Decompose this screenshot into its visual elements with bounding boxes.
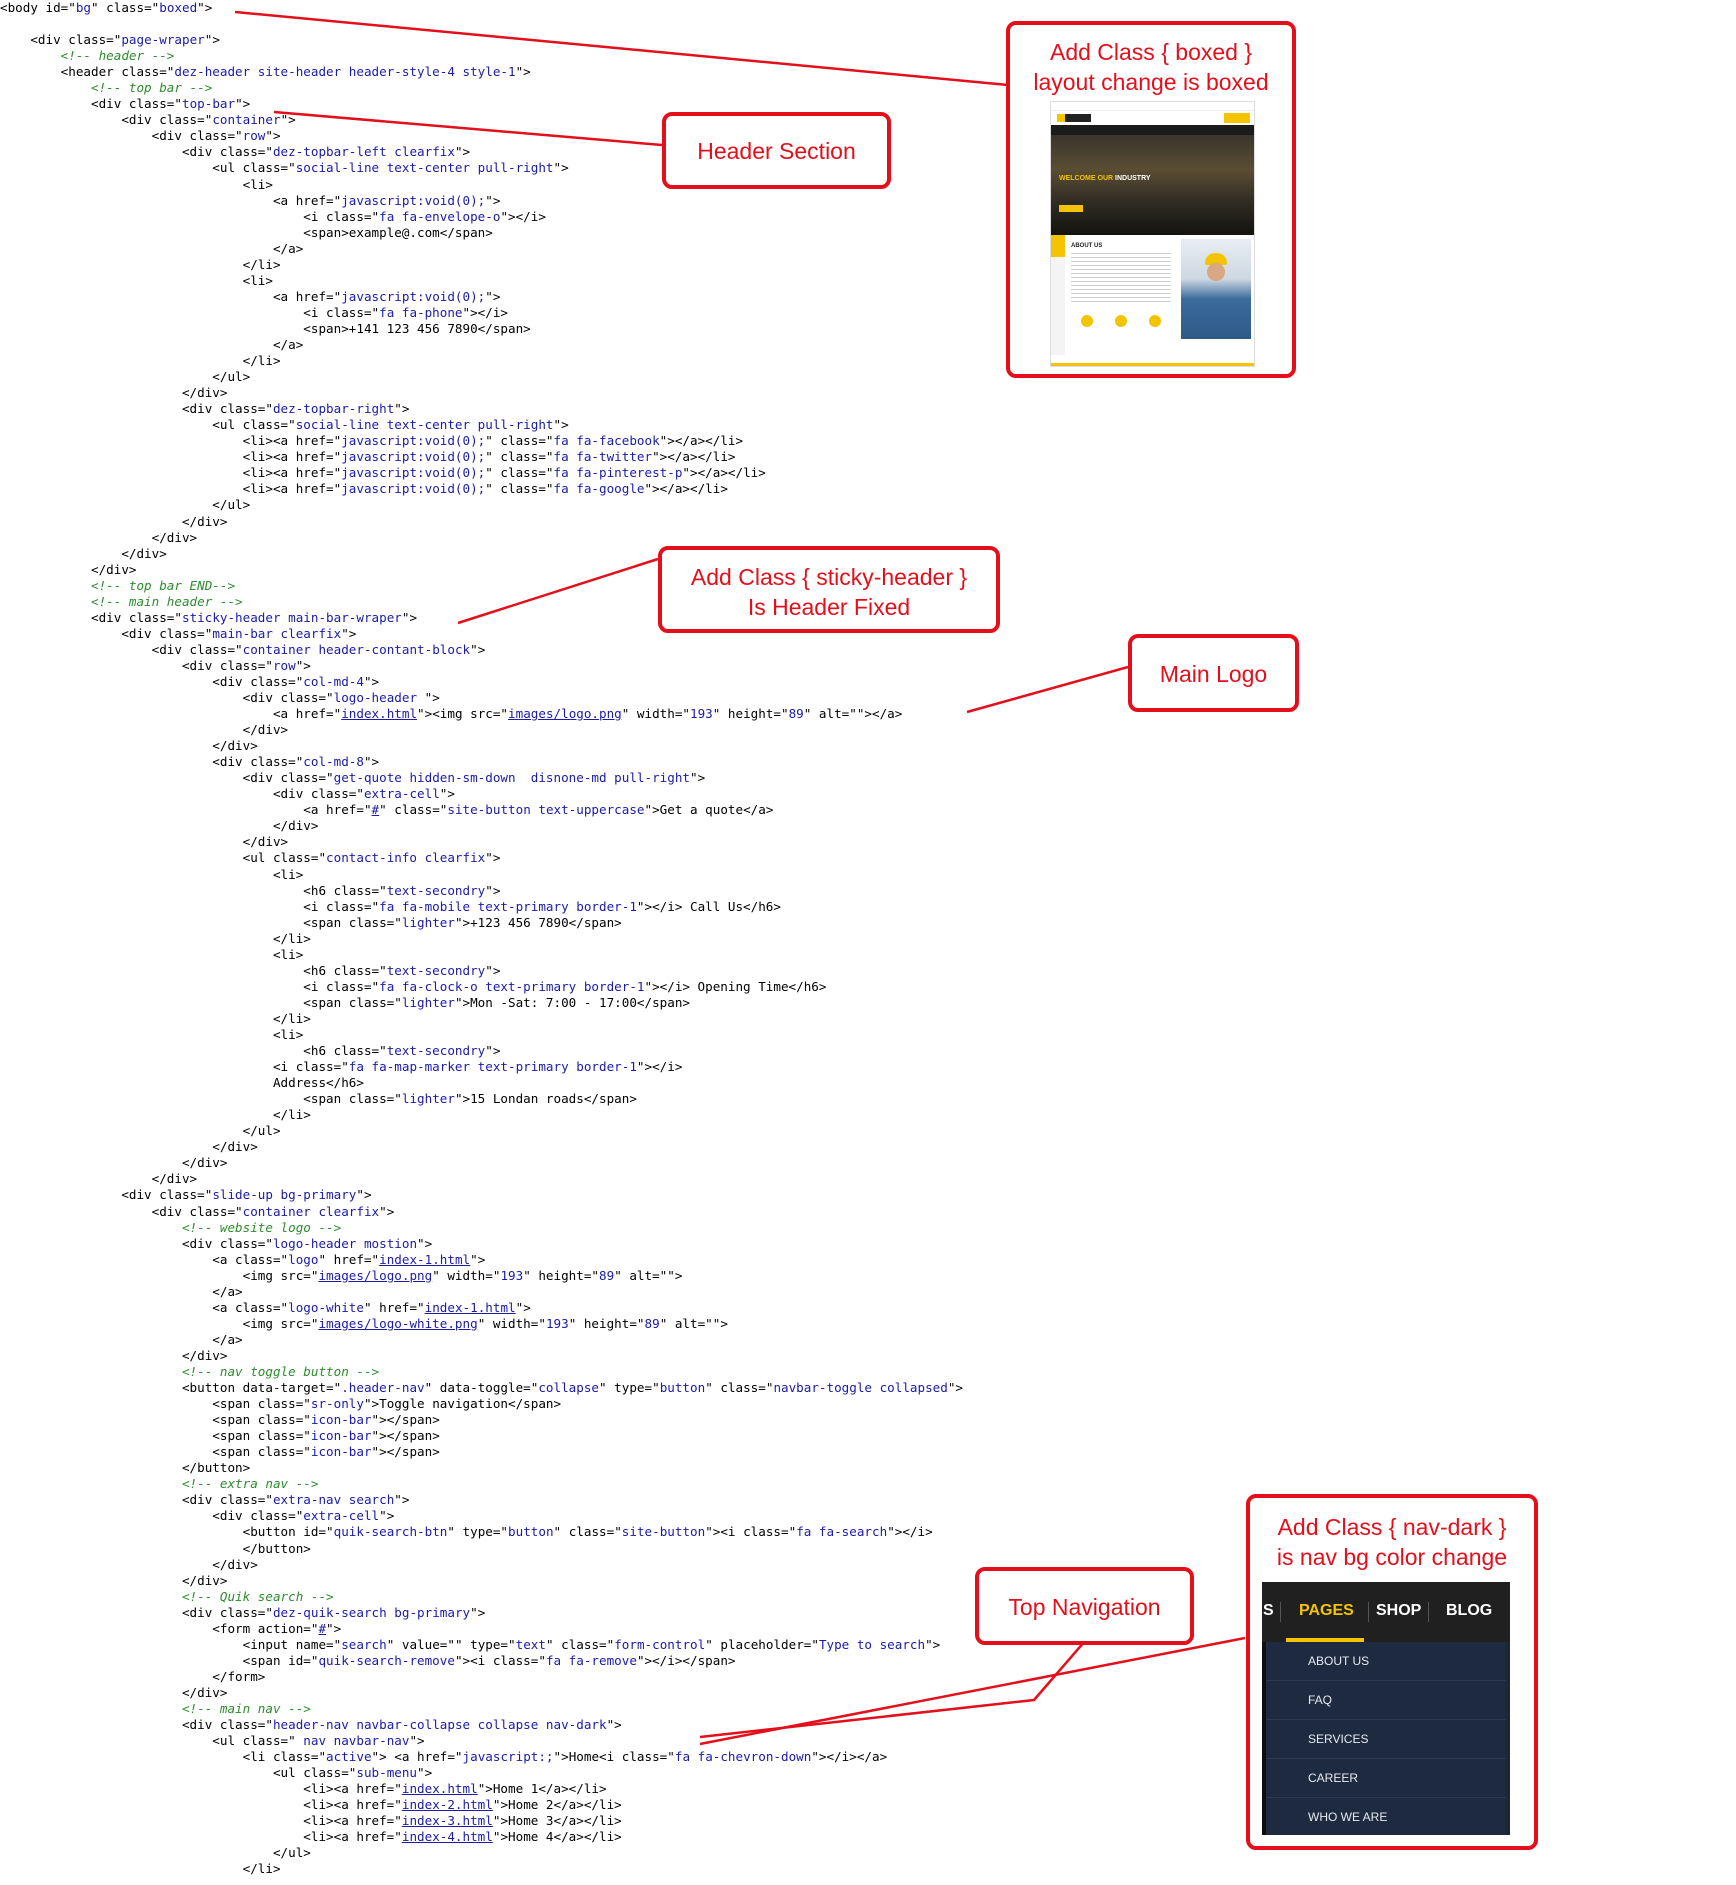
preview-about-text — [1071, 253, 1171, 303]
callout-main-logo: Main Logo — [1128, 634, 1299, 712]
callout-top-navigation: Top Navigation — [975, 1567, 1194, 1645]
callout-top-navigation-text: Top Navigation — [1008, 1594, 1161, 1620]
preview-about-heading: ABOUT US — [1071, 243, 1103, 249]
submenu-item-career: CAREER — [1266, 1759, 1506, 1798]
preview-hero: WELCOME OUR INDUSTRY — [1051, 135, 1254, 235]
preview-top-bar — [1051, 102, 1254, 111]
leader-header-section — [273, 110, 663, 147]
leader-boxed — [234, 10, 1009, 87]
nav-dark-top-bar: S PAGES SHOP BLOG — [1262, 1582, 1510, 1642]
callout-sticky-header: Add Class { sticky-header } Is Header Fi… — [658, 546, 1000, 633]
preview-nav — [1051, 125, 1254, 135]
leader-main-logo — [966, 665, 1129, 714]
nav-item-pages: PAGES — [1299, 1602, 1354, 1619]
preview-side-tabs — [1051, 235, 1065, 355]
preview-feature-icon — [1149, 315, 1161, 327]
leader-sticky — [457, 557, 659, 625]
preview-worker-photo — [1181, 239, 1251, 339]
nav-item-blog: BLOG — [1446, 1602, 1493, 1619]
leader-top-nav — [699, 1640, 1086, 1739]
submenu-item-faq: FAQ — [1266, 1681, 1506, 1720]
preview-hero-button — [1059, 205, 1083, 212]
preview-feature-icon — [1081, 315, 1093, 327]
callout-header-section: Header Section — [662, 112, 891, 189]
callout-boxed-line1: Add Class { boxed } — [1049, 39, 1253, 65]
preview-hero-text: WELCOME OUR INDUSTRY — [1059, 175, 1151, 182]
callout-header-section-text: Header Section — [697, 138, 856, 164]
callout-sticky-line1: Add Class { sticky-header } — [690, 564, 968, 590]
submenu-item-who-we-are: WHO WE ARE — [1266, 1798, 1506, 1835]
submenu-item-about-us: ABOUT US — [1266, 1642, 1506, 1681]
boxed-layout-preview: WELCOME OUR INDUSTRY ABOUT US — [1050, 101, 1255, 367]
callout-boxed-line2: layout change is boxed — [1033, 69, 1269, 95]
preview-footer-strip — [1051, 363, 1254, 366]
nav-dark-preview: S PAGES SHOP BLOG ABOUT US FAQ SERVICES … — [1262, 1582, 1510, 1835]
leader-nav-dark — [699, 1636, 1246, 1746]
preview-quote-button — [1224, 113, 1250, 123]
nav-item-shop: SHOP — [1376, 1602, 1422, 1619]
callout-nav-dark-line1: Add Class { nav-dark } — [1277, 1514, 1507, 1540]
nav-item-partial: S — [1263, 1602, 1274, 1619]
callout-sticky-line2: Is Header Fixed — [747, 594, 911, 620]
callout-main-logo-text: Main Logo — [1159, 661, 1268, 687]
preview-feature-icon — [1115, 315, 1127, 327]
nav-dark-submenu: ABOUT US FAQ SERVICES CAREER WHO WE ARE — [1266, 1642, 1506, 1835]
preview-header — [1051, 111, 1254, 125]
submenu-item-services: SERVICES — [1266, 1720, 1506, 1759]
preview-logo — [1057, 114, 1091, 122]
preview-about: ABOUT US — [1051, 235, 1254, 355]
callout-nav-dark-line2: is nav bg color change — [1276, 1544, 1508, 1570]
